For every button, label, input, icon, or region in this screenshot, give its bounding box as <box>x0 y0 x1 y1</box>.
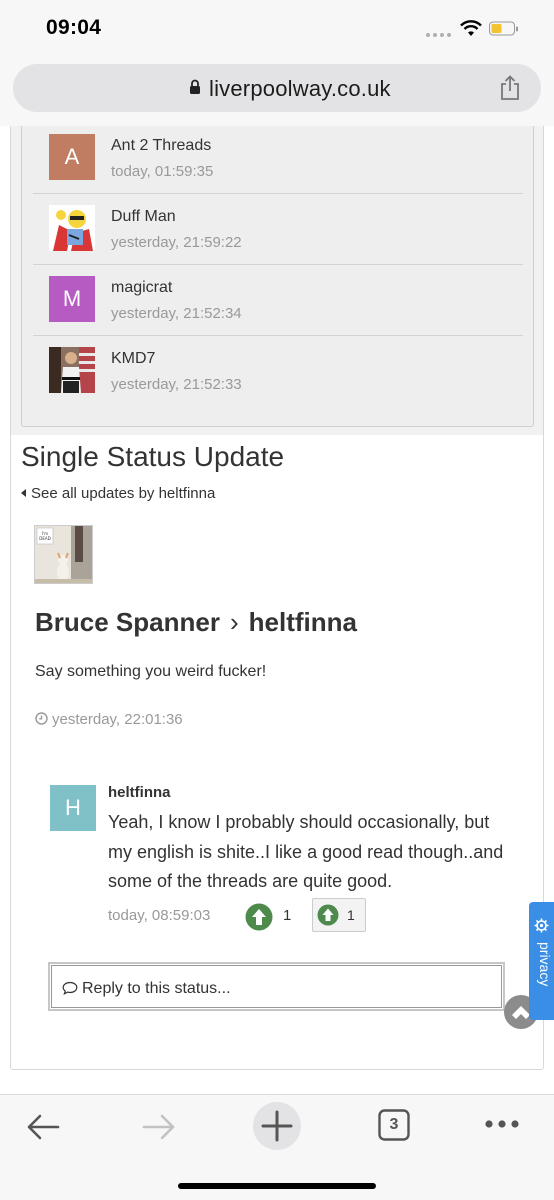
see-all-label[interactable]: See all updates by heltfinna <box>31 485 215 502</box>
status-author-avatar[interactable]: I'm DEAD <box>34 525 93 584</box>
visitor-item[interactable]: KMD7 yesterday, 21:52:33 <box>33 335 523 406</box>
svg-text:DEAD: DEAD <box>39 536 50 541</box>
tabs-button[interactable]: 3 <box>378 1109 410 1141</box>
visitor-time: today, 01:59:35 <box>111 163 214 180</box>
arrow-up-circle-icon <box>317 904 339 926</box>
visitor-item[interactable]: A Ant 2 Threads today, 01:59:35 <box>33 126 523 193</box>
caret-left-icon <box>21 489 26 497</box>
status-header: Bruce Spanner › heltfinna <box>35 607 357 638</box>
battery-icon <box>489 21 518 36</box>
status-time-text: yesterday, 22:01:36 <box>52 711 183 728</box>
reply-input-inner[interactable]: Reply to this status... <box>51 965 502 1008</box>
home-indicator <box>178 1183 376 1189</box>
forward-arrow-icon[interactable] <box>142 1113 176 1141</box>
address-bar[interactable]: liverpoolway.co.uk <box>13 64 541 112</box>
lock-icon <box>190 79 200 94</box>
avatar[interactable] <box>49 347 95 393</box>
visitor-item[interactable]: Duff Man yesterday, 21:59:22 <box>33 193 523 264</box>
speech-bubble-icon <box>62 981 78 995</box>
clock-icon <box>35 712 48 725</box>
reputation-count: 1 <box>283 907 292 924</box>
visitor-name[interactable]: magicrat <box>111 279 172 297</box>
visitor-time: yesterday, 21:59:22 <box>111 234 242 251</box>
content-box: A Ant 2 Threads today, 01:59:35 Duff Man… <box>10 126 544 1070</box>
like-count: 1 <box>347 907 355 923</box>
visitor-time: yesterday, 21:52:33 <box>111 376 242 393</box>
reply-input[interactable]: Reply to this status... <box>48 962 505 1011</box>
page-title: Single Status Update <box>21 441 285 472</box>
visitor-name[interactable]: Duff Man <box>111 208 176 226</box>
privacy-label: privacy <box>537 942 553 987</box>
page-content: A Ant 2 Threads today, 01:59:35 Duff Man… <box>0 126 554 1094</box>
gear-icon <box>534 918 549 933</box>
chevron-right-icon: › <box>229 607 239 637</box>
more-menu-icon[interactable] <box>484 1119 520 1129</box>
privacy-button[interactable]: privacy <box>529 902 554 1020</box>
duff-man-avatar-icon <box>49 205 95 251</box>
url-text: liverpoolway.co.uk <box>209 76 391 101</box>
tab-count: 3 <box>389 1116 399 1133</box>
see-all-updates-link[interactable]: See all updates by heltfinna <box>21 485 215 502</box>
browser-address-area: liverpoolway.co.uk <box>0 58 554 126</box>
comment-timestamp: today, 08:59:03 <box>108 907 211 924</box>
comment-text: Yeah, I know I probably should occasiona… <box>108 812 504 891</box>
browser-toolbar: 3 <box>0 1094 554 1200</box>
new-tab-plus-icon[interactable] <box>252 1101 302 1151</box>
visitor-item[interactable]: M magicrat yesterday, 21:52:34 <box>33 264 523 335</box>
visitor-time: yesterday, 21:52:34 <box>111 305 242 322</box>
visitor-name[interactable]: Ant 2 Threads <box>111 137 211 155</box>
status-content: Say something you weird fucker! <box>35 663 267 680</box>
visitor-name[interactable]: KMD7 <box>111 350 155 368</box>
avatar[interactable] <box>49 205 95 251</box>
status-timestamp: yesterday, 22:01:36 <box>35 711 183 728</box>
comment-author-link[interactable]: heltfinna <box>108 784 171 801</box>
cellular-signal-icon <box>426 33 451 37</box>
clock-time: 09:04 <box>46 16 102 39</box>
avatar[interactable]: M <box>49 276 95 322</box>
kmd7-avatar-icon <box>49 347 95 393</box>
bruce-spanner-avatar-icon: I'm DEAD <box>35 526 92 583</box>
reputation-up-icon[interactable] <box>245 903 273 931</box>
comment-avatar[interactable]: H <box>50 785 96 831</box>
status-target-link[interactable]: heltfinna <box>249 607 357 637</box>
avatar[interactable]: A <box>49 134 95 180</box>
ios-status-bar: 09:04 <box>0 0 554 58</box>
share-icon[interactable] <box>499 75 521 101</box>
recent-visitors-widget: A Ant 2 Threads today, 01:59:35 Duff Man… <box>21 126 534 427</box>
wifi-icon <box>460 20 482 36</box>
sidebar-widget-area: A Ant 2 Threads today, 01:59:35 Duff Man… <box>11 126 543 435</box>
back-arrow-icon[interactable] <box>26 1113 60 1141</box>
status-author-link[interactable]: Bruce Spanner <box>35 607 220 637</box>
reply-label: Reply to this status... <box>82 980 231 997</box>
like-button[interactable]: 1 <box>312 898 366 932</box>
reply-placeholder: Reply to this status... <box>62 980 231 998</box>
